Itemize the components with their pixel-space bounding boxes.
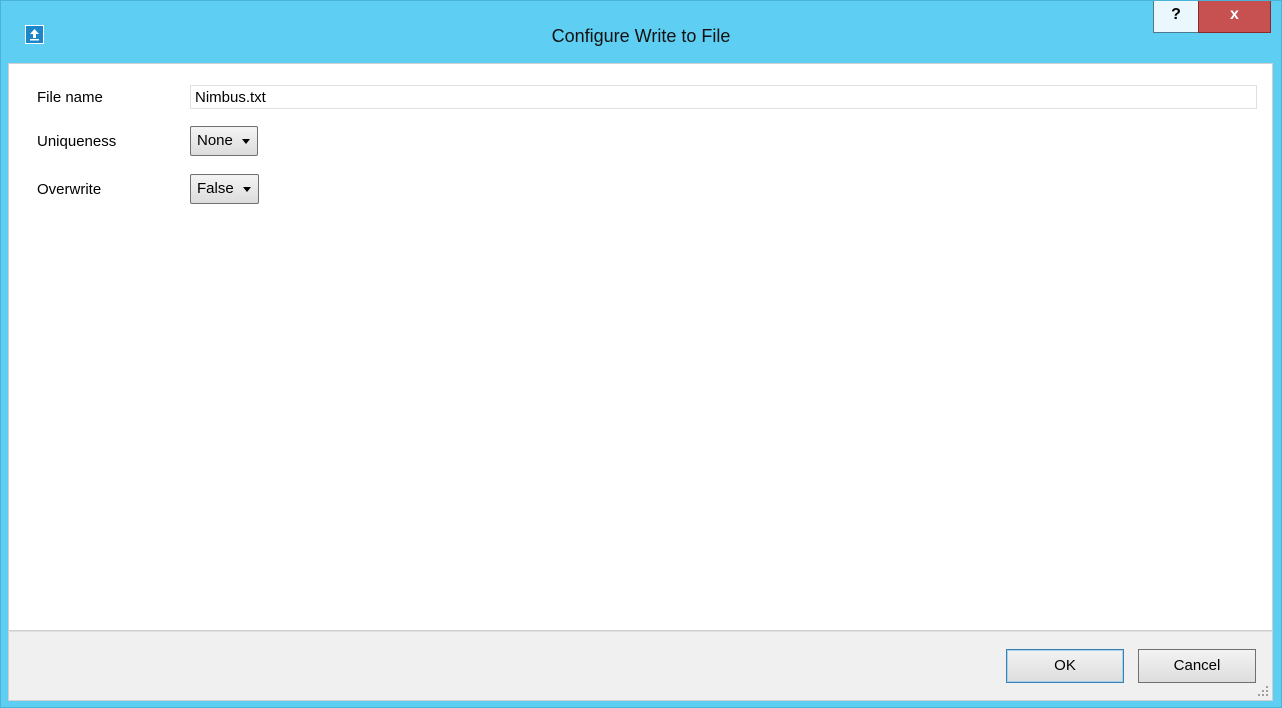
title-bar[interactable]: Configure Write to File ? x [1, 1, 1281, 63]
uniqueness-selected-value: None [197, 132, 233, 149]
file-name-input[interactable] [190, 85, 1257, 109]
overwrite-label: Overwrite [37, 181, 102, 198]
resize-grip-icon[interactable] [1257, 685, 1269, 697]
chevron-down-icon [242, 187, 251, 192]
file-name-label: File name [37, 89, 103, 106]
dialog-window: Configure Write to File ? x File name Un… [0, 0, 1282, 708]
uniqueness-dropdown[interactable]: None [190, 126, 258, 156]
uniqueness-label: Uniqueness [37, 133, 117, 150]
help-button[interactable]: ? [1153, 1, 1199, 33]
form-area: File name Uniqueness None Overwrite Fals… [8, 63, 1273, 631]
chevron-down-icon [241, 139, 250, 144]
window-title: Configure Write to File [551, 26, 731, 46]
overwrite-dropdown[interactable]: False [190, 174, 259, 204]
button-bar: OK Cancel [8, 631, 1273, 701]
close-button[interactable]: x [1198, 1, 1271, 33]
cancel-button[interactable]: Cancel [1138, 649, 1256, 683]
overwrite-selected-value: False [197, 180, 234, 197]
ok-button[interactable]: OK [1006, 649, 1124, 683]
